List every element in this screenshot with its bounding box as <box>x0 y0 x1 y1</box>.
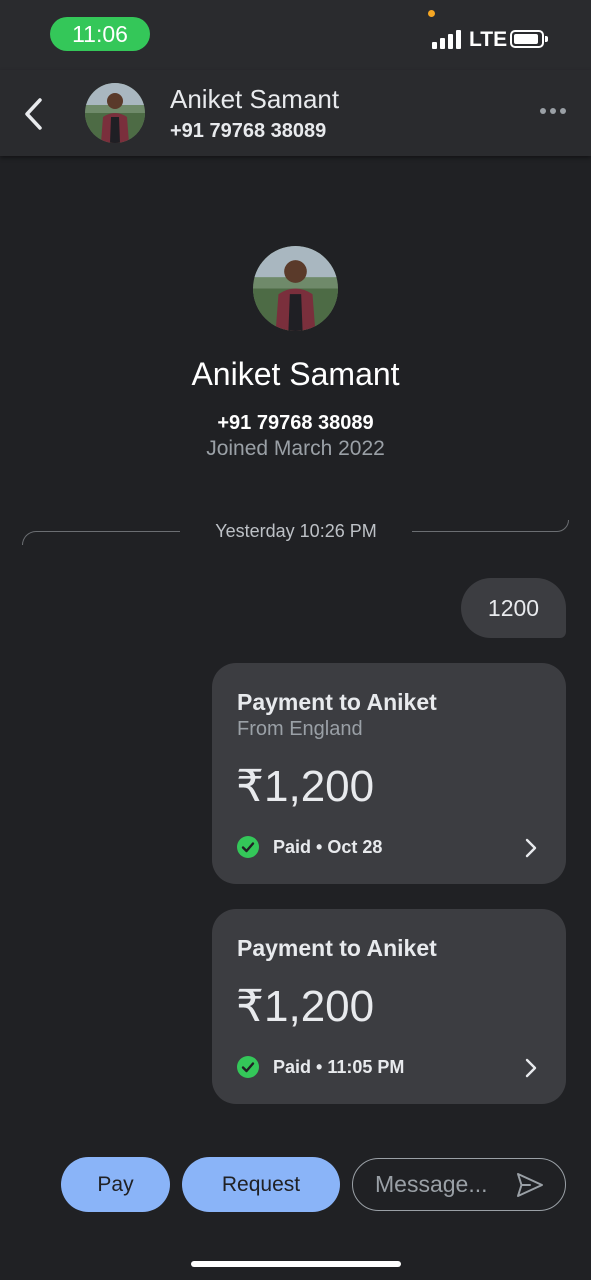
payment-amount: ₹1,200 <box>236 982 375 1031</box>
message-field[interactable] <box>352 1158 566 1211</box>
chat-header: Aniket Samant +91 79768 38089 <box>0 70 591 156</box>
battery-icon <box>510 30 548 48</box>
more-options-icon[interactable] <box>540 108 568 118</box>
check-circle-icon <box>237 836 259 858</box>
payment-note: From England <box>237 718 363 740</box>
message-input[interactable] <box>375 1159 505 1209</box>
request-button[interactable]: Request <box>182 1157 340 1212</box>
chevron-right-icon <box>525 838 537 858</box>
privacy-indicator-dot <box>428 10 435 17</box>
home-indicator[interactable] <box>191 1261 401 1267</box>
profile-joined-date: Joined March 2022 <box>206 437 385 460</box>
profile-phone: +91 79768 38089 <box>217 412 374 434</box>
timestamp-divider: Yesterday 10:26 PM <box>215 521 377 541</box>
profile-name: Aniket Samant <box>191 356 400 392</box>
payment-status: Paid • Oct 28 <box>237 836 382 858</box>
payment-card[interactable]: Payment to Aniket ₹1,200 Paid • 11:05 PM <box>212 909 566 1104</box>
payment-status-text: Paid • Oct 28 <box>273 836 383 857</box>
timestamp-divider-left <box>22 531 180 545</box>
payment-title: Payment to Aniket <box>237 689 437 715</box>
timestamp-divider-right <box>412 520 569 532</box>
payment-amount: ₹1,200 <box>236 762 375 811</box>
payment-status-text: Paid • 11:05 PM <box>273 1056 405 1077</box>
status-time: 11:06 <box>50 17 150 51</box>
network-type: LTE <box>469 28 508 51</box>
send-icon[interactable] <box>515 1171 545 1199</box>
payment-card[interactable]: Payment to Aniket From England ₹1,200 Pa… <box>212 663 566 884</box>
payment-title: Payment to Aniket <box>237 935 437 961</box>
message-bubble[interactable]: 1200 <box>461 578 566 638</box>
status-bar: 11:06 LTE <box>0 0 591 70</box>
pay-button[interactable]: Pay <box>61 1157 170 1212</box>
payment-status: Paid • 11:05 PM <box>237 1056 404 1078</box>
back-button[interactable] <box>18 94 54 134</box>
header-contact-name: Aniket Samant <box>170 84 340 114</box>
chevron-right-icon <box>525 1058 537 1078</box>
signal-strength-icon <box>432 29 462 49</box>
back-arrow-icon <box>25 98 42 130</box>
profile-avatar <box>253 246 338 331</box>
check-circle-icon <box>237 1056 259 1078</box>
header-contact-phone: +91 79768 38089 <box>170 120 327 142</box>
contact-avatar[interactable] <box>85 83 145 143</box>
